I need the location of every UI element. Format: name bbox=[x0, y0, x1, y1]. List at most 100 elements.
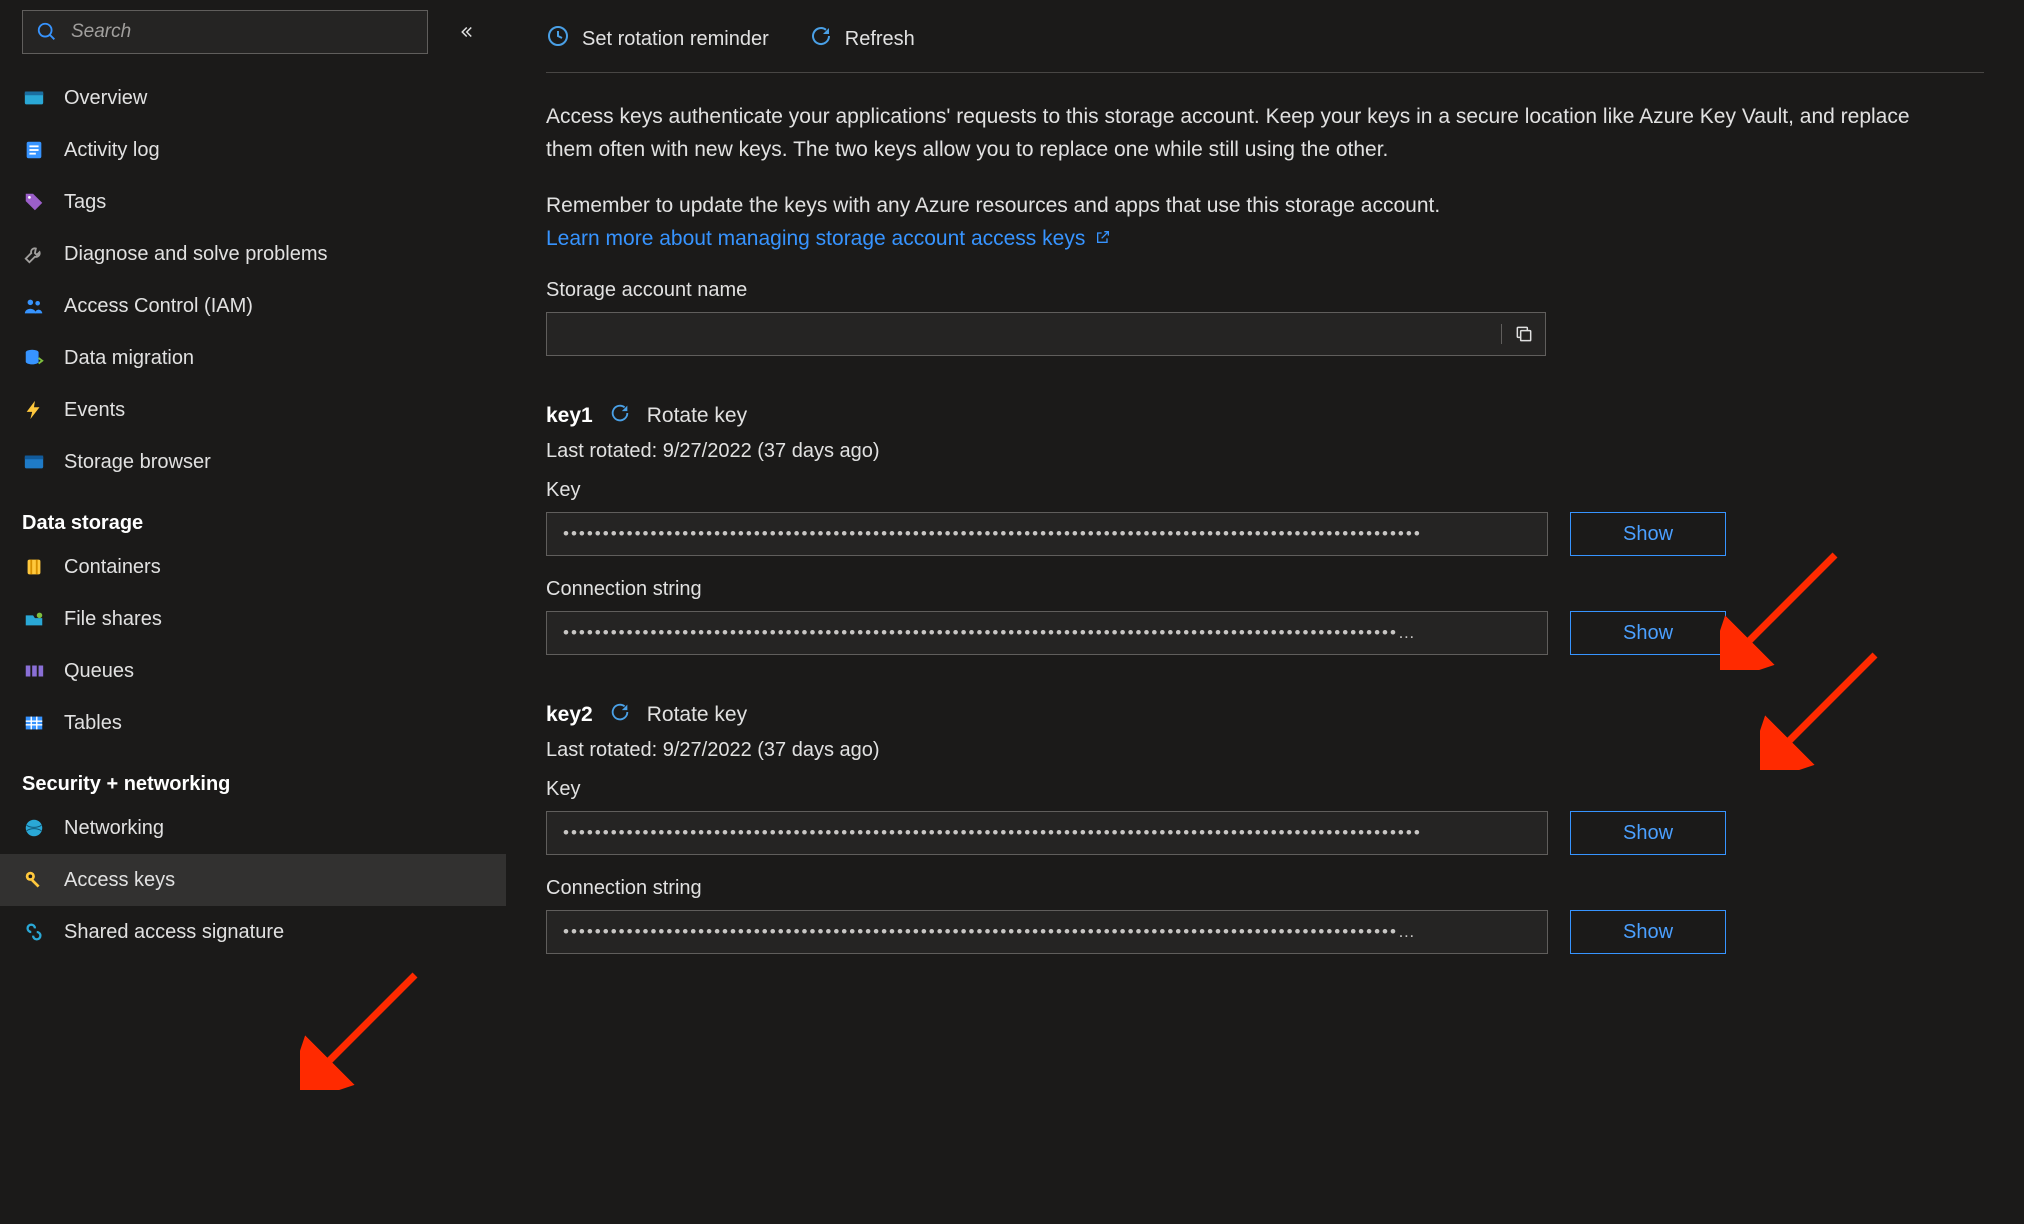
toolbar-label: Set rotation reminder bbox=[582, 28, 769, 51]
set-rotation-reminder-button[interactable]: Set rotation reminder bbox=[546, 24, 769, 54]
sidebar-item-label: Tags bbox=[64, 191, 106, 214]
sidebar-item-access-control[interactable]: Access Control (IAM) bbox=[0, 280, 506, 332]
sidebar-search-row bbox=[0, 10, 506, 62]
sidebar-item-containers[interactable]: Containers bbox=[0, 541, 506, 593]
key2-conn-show-button[interactable]: Show bbox=[1570, 910, 1726, 954]
storage-account-name-input-wrap bbox=[546, 312, 1546, 356]
key2-key-label: Key bbox=[546, 778, 1726, 801]
key1-conn-value[interactable] bbox=[561, 622, 1533, 644]
file-share-icon bbox=[22, 607, 46, 631]
collapse-sidebar-button[interactable] bbox=[448, 14, 484, 50]
sidebar-item-tables[interactable]: Tables bbox=[0, 697, 506, 749]
sidebar-security-group: Security + networking Networking Access … bbox=[0, 749, 506, 958]
sidebar: Overview Activity log Tags Diagnose and … bbox=[0, 0, 506, 1224]
key1-key-label: Key bbox=[546, 479, 1726, 502]
sidebar-item-label: Data migration bbox=[64, 347, 194, 370]
key2-header: key2 Rotate key bbox=[546, 701, 1984, 729]
sidebar-item-access-keys[interactable]: Access keys bbox=[0, 854, 506, 906]
shared-signature-icon bbox=[22, 920, 46, 944]
sidebar-item-label: File shares bbox=[64, 608, 162, 631]
activity-log-icon bbox=[22, 138, 46, 162]
sidebar-item-label: Containers bbox=[64, 556, 161, 579]
refresh-icon bbox=[809, 24, 833, 54]
key2-key-row: Key Show bbox=[546, 778, 1726, 855]
key1-conn-label: Connection string bbox=[546, 578, 1726, 601]
storage-account-name-label: Storage account name bbox=[546, 279, 1546, 302]
copy-storage-account-name-button[interactable] bbox=[1501, 324, 1545, 344]
key2-conn-value[interactable] bbox=[561, 921, 1533, 943]
tables-icon bbox=[22, 711, 46, 735]
storage-account-name-input[interactable] bbox=[561, 323, 1501, 345]
rotate-icon[interactable] bbox=[609, 701, 631, 729]
sidebar-heading-security: Security + networking bbox=[0, 759, 506, 802]
sidebar-item-queues[interactable]: Queues bbox=[0, 645, 506, 697]
toolbar-label: Refresh bbox=[845, 28, 915, 51]
key2-last-rotated: Last rotated: 9/27/2022 (37 days ago) bbox=[546, 739, 1984, 762]
description-block: Access keys authenticate your applicatio… bbox=[546, 73, 1946, 255]
sidebar-item-overview[interactable]: Overview bbox=[0, 72, 506, 124]
sidebar-item-label: Queues bbox=[64, 660, 134, 683]
key1-section: key1 Rotate key Last rotated: 9/27/2022 … bbox=[546, 402, 1984, 655]
sidebar-item-label: Tables bbox=[64, 712, 122, 735]
key1-key-value-wrap bbox=[546, 512, 1548, 556]
sidebar-item-networking[interactable]: Networking bbox=[0, 802, 506, 854]
key1-last-rotated: Last rotated: 9/27/2022 (37 days ago) bbox=[546, 440, 1984, 463]
key2-key-value-wrap bbox=[546, 811, 1548, 855]
key2-key-show-button[interactable]: Show bbox=[1570, 811, 1726, 855]
sidebar-item-label: Storage browser bbox=[64, 451, 211, 474]
wrench-icon bbox=[22, 242, 46, 266]
key2-key-value[interactable] bbox=[561, 822, 1533, 844]
key2-section: key2 Rotate key Last rotated: 9/27/2022 … bbox=[546, 701, 1984, 954]
database-icon bbox=[22, 346, 46, 370]
key2-conn-row: Connection string Show bbox=[546, 877, 1726, 954]
sidebar-item-tags[interactable]: Tags bbox=[0, 176, 506, 228]
sidebar-item-label: Events bbox=[64, 399, 125, 422]
rotate-key-label[interactable]: Rotate key bbox=[647, 703, 747, 727]
learn-more-link[interactable]: Learn more about managing storage accoun… bbox=[546, 227, 1111, 250]
sidebar-item-label: Overview bbox=[64, 87, 147, 110]
sidebar-item-label: Access keys bbox=[64, 869, 175, 892]
sidebar-data-storage-group: Data storage Containers File shares Queu… bbox=[0, 488, 506, 749]
key1-key-value[interactable] bbox=[561, 523, 1533, 545]
sidebar-item-label: Shared access signature bbox=[64, 921, 284, 944]
lightning-icon bbox=[22, 398, 46, 422]
main-content: Set rotation reminder Refresh Access key… bbox=[506, 0, 2024, 1224]
sidebar-item-label: Access Control (IAM) bbox=[64, 295, 253, 318]
storage-browser-icon bbox=[22, 450, 46, 474]
key1-conn-show-button[interactable]: Show bbox=[1570, 611, 1726, 655]
key1-key-show-button[interactable]: Show bbox=[1570, 512, 1726, 556]
search-input[interactable] bbox=[69, 20, 415, 44]
sidebar-item-data-migration[interactable]: Data migration bbox=[0, 332, 506, 384]
sidebar-item-events[interactable]: Events bbox=[0, 384, 506, 436]
description-para-2: Remember to update the keys with any Azu… bbox=[546, 194, 1440, 217]
toolbar: Set rotation reminder Refresh bbox=[546, 10, 1984, 73]
key1-conn-value-wrap bbox=[546, 611, 1548, 655]
queues-icon bbox=[22, 659, 46, 683]
key2-conn-label: Connection string bbox=[546, 877, 1726, 900]
sidebar-item-storage-browser[interactable]: Storage browser bbox=[0, 436, 506, 488]
sidebar-general-group: Overview Activity log Tags Diagnose and … bbox=[0, 62, 506, 488]
description-para-2-wrap: Remember to update the keys with any Azu… bbox=[546, 190, 1946, 255]
external-link-icon bbox=[1095, 223, 1111, 239]
search-box[interactable] bbox=[22, 10, 428, 54]
key2-conn-value-wrap bbox=[546, 910, 1548, 954]
sidebar-item-label: Diagnose and solve problems bbox=[64, 243, 328, 266]
globe-icon bbox=[22, 816, 46, 840]
key1-name: key1 bbox=[546, 404, 593, 428]
sidebar-item-diagnose[interactable]: Diagnose and solve problems bbox=[0, 228, 506, 280]
sidebar-heading-data-storage: Data storage bbox=[0, 498, 506, 541]
app-root: Overview Activity log Tags Diagnose and … bbox=[0, 0, 2024, 1224]
storage-account-name-field: Storage account name bbox=[546, 279, 1546, 356]
key2-name: key2 bbox=[546, 703, 593, 727]
sidebar-item-shared-access-signature[interactable]: Shared access signature bbox=[0, 906, 506, 958]
sidebar-item-activity-log[interactable]: Activity log bbox=[0, 124, 506, 176]
people-icon bbox=[22, 294, 46, 318]
sidebar-item-label: Networking bbox=[64, 817, 164, 840]
overview-icon bbox=[22, 86, 46, 110]
description-para-1: Access keys authenticate your applicatio… bbox=[546, 101, 1946, 166]
key-icon bbox=[22, 868, 46, 892]
refresh-button[interactable]: Refresh bbox=[809, 24, 915, 54]
rotate-icon[interactable] bbox=[609, 402, 631, 430]
sidebar-item-file-shares[interactable]: File shares bbox=[0, 593, 506, 645]
rotate-key-label[interactable]: Rotate key bbox=[647, 404, 747, 428]
